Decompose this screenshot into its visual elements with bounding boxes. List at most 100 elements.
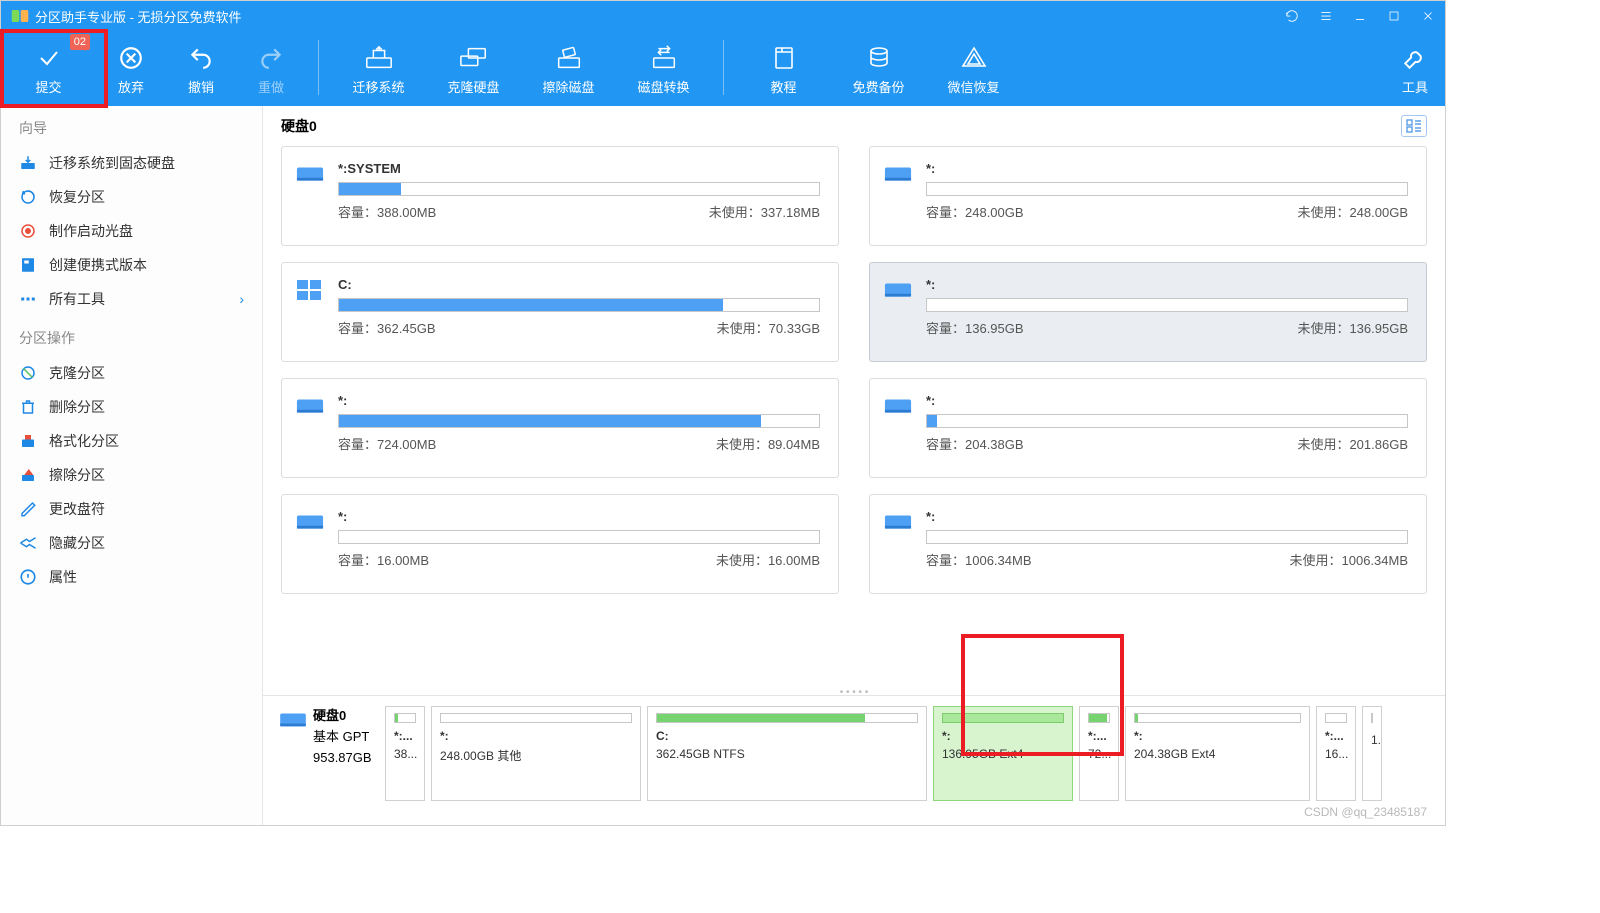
drive-icon bbox=[296, 395, 324, 417]
timeline-part-name: *:... bbox=[1088, 729, 1110, 743]
refresh-icon[interactable] bbox=[1275, 1, 1309, 31]
sidebar: 向导 迁移系统到固态硬盘恢复分区制作启动光盘创建便携式版本所有工具› 分区操作 … bbox=[1, 106, 263, 825]
sidebar-item[interactable]: 迁移系统到固态硬盘 bbox=[1, 146, 262, 180]
tutorial-button[interactable]: 教程 bbox=[736, 37, 831, 102]
submit-button[interactable]: 02 提交 bbox=[1, 37, 96, 102]
free-label: 未使用：337.18MB bbox=[709, 202, 820, 221]
partition-card[interactable]: *: 容量：1006.34MB 未使用：1006.34MB bbox=[869, 494, 1427, 594]
partition-name: *: bbox=[926, 393, 1408, 408]
partition-name: *:SYSTEM bbox=[338, 161, 820, 176]
sidebar-item[interactable]: 删除分区 bbox=[1, 390, 262, 424]
sidebar-item[interactable]: 创建便携式版本 bbox=[1, 248, 262, 282]
chevron-right-icon: › bbox=[239, 291, 244, 307]
book-icon bbox=[770, 43, 798, 73]
sidebar-item-label: 隐藏分区 bbox=[49, 533, 105, 553]
timeline-partition[interactable]: *:... 72... bbox=[1079, 706, 1119, 801]
backup-button[interactable]: 免费备份 bbox=[831, 37, 926, 102]
wechat-recover-button[interactable]: 微信恢复 bbox=[926, 37, 1021, 102]
sidebar-item-icon bbox=[19, 364, 37, 382]
drive-icon bbox=[296, 511, 324, 533]
sidebar-item-label: 删除分区 bbox=[49, 397, 105, 417]
timeline-partition[interactable]: C: 362.45GB NTFS bbox=[647, 706, 927, 801]
partition-name: C: bbox=[338, 277, 820, 292]
close-icon[interactable] bbox=[1411, 1, 1445, 31]
sidebar-item-icon bbox=[19, 568, 37, 586]
usage-bar bbox=[926, 182, 1408, 196]
timeline-part-detail: 136.95GB Ext4 bbox=[942, 747, 1064, 761]
timeline-part-detail: 16... bbox=[1325, 747, 1347, 761]
timeline-usage-bar bbox=[1325, 713, 1347, 723]
timeline-usage-bar bbox=[1134, 713, 1301, 723]
partition-name: *: bbox=[926, 509, 1408, 524]
drive-icon bbox=[296, 279, 324, 301]
undo-button[interactable]: 撤销 bbox=[166, 37, 236, 102]
sidebar-item[interactable]: 所有工具 › bbox=[1, 282, 262, 316]
wipe-disk-button[interactable]: 擦除磁盘 bbox=[521, 37, 616, 102]
capacity-label: 容量：1006.34MB bbox=[926, 550, 1032, 569]
timeline-usage-bar bbox=[1371, 713, 1373, 723]
app-title: 分区助手专业版 - 无损分区免费软件 bbox=[35, 7, 242, 26]
eraser-icon bbox=[554, 43, 584, 73]
timeline-part-name: *: bbox=[942, 729, 1064, 743]
view-toggle-button[interactable] bbox=[1401, 115, 1427, 137]
timeline-usage-bar bbox=[394, 713, 416, 723]
partition-card[interactable]: *: 容量：136.95GB 未使用：136.95GB bbox=[869, 262, 1427, 362]
free-label: 未使用：201.86GB bbox=[1297, 434, 1408, 453]
partition-card[interactable]: *: 容量：16.00MB 未使用：16.00MB bbox=[281, 494, 839, 594]
free-label: 未使用：248.00GB bbox=[1297, 202, 1408, 221]
partition-card[interactable]: *: 容量：724.00MB 未使用：89.04MB bbox=[281, 378, 839, 478]
sidebar-item[interactable]: 属性 bbox=[1, 560, 262, 594]
partition-card[interactable]: *:SYSTEM 容量：388.00MB 未使用：337.18MB bbox=[281, 146, 839, 246]
sidebar-group-partition-ops: 分区操作 bbox=[1, 316, 262, 356]
capacity-label: 容量：388.00MB bbox=[338, 202, 436, 221]
disk-timeline: 硬盘0 基本 GPT 953.87GB *:... 38... *: 248.0… bbox=[263, 695, 1445, 825]
toolbar: 02 提交 放弃 撤销 重做 迁移系统 克隆硬盘 擦除磁盘 bbox=[1, 31, 1445, 106]
clone-icon bbox=[459, 43, 489, 73]
convert-disk-button[interactable]: 磁盘转换 bbox=[616, 37, 711, 102]
migrate-icon bbox=[364, 43, 394, 73]
timeline-part-name: C: bbox=[656, 729, 918, 743]
sidebar-item[interactable]: 克隆分区 bbox=[1, 356, 262, 390]
sidebar-item-label: 制作启动光盘 bbox=[49, 221, 133, 241]
partition-card[interactable]: C: 容量：362.45GB 未使用：70.33GB bbox=[281, 262, 839, 362]
timeline-partition[interactable]: *: 136.95GB Ext4 bbox=[933, 706, 1073, 801]
clone-disk-button[interactable]: 克隆硬盘 bbox=[426, 37, 521, 102]
sidebar-item[interactable]: 隐藏分区 bbox=[1, 526, 262, 560]
timeline-partition[interactable]: *: 248.00GB 其他 bbox=[431, 706, 641, 801]
disk-summary[interactable]: 硬盘0 基本 GPT 953.87GB bbox=[279, 706, 379, 768]
sidebar-item-label: 格式化分区 bbox=[49, 431, 119, 451]
partition-name: *: bbox=[338, 393, 820, 408]
migrate-os-button[interactable]: 迁移系统 bbox=[331, 37, 426, 102]
sidebar-item-icon bbox=[19, 466, 37, 484]
sidebar-item-label: 更改盘符 bbox=[49, 499, 105, 519]
maximize-icon[interactable] bbox=[1377, 1, 1411, 31]
redo-button[interactable]: 重做 bbox=[236, 37, 306, 102]
capacity-label: 容量：16.00MB bbox=[338, 550, 429, 569]
undo-icon bbox=[188, 43, 214, 73]
check-icon bbox=[32, 43, 66, 73]
sidebar-item[interactable]: 更改盘符 bbox=[1, 492, 262, 526]
partition-card[interactable]: *: 容量：204.38GB 未使用：201.86GB bbox=[869, 378, 1427, 478]
timeline-part-name: *:... bbox=[1325, 729, 1347, 743]
discard-button[interactable]: 放弃 bbox=[96, 37, 166, 102]
timeline-partition[interactable]: 1. bbox=[1362, 706, 1382, 801]
usage-bar bbox=[338, 414, 820, 428]
sidebar-item[interactable]: 制作启动光盘 bbox=[1, 214, 262, 248]
menu-icon[interactable] bbox=[1309, 1, 1343, 31]
free-label: 未使用：136.95GB bbox=[1297, 318, 1408, 337]
timeline-partition[interactable]: *:... 38... bbox=[385, 706, 425, 801]
sidebar-item-label: 所有工具 bbox=[49, 289, 105, 309]
redo-icon bbox=[258, 43, 284, 73]
sidebar-item-icon bbox=[19, 500, 37, 518]
tools-button[interactable]: 工具 bbox=[1385, 37, 1445, 102]
timeline-partition[interactable]: *: 204.38GB Ext4 bbox=[1125, 706, 1310, 801]
sidebar-item[interactable]: 擦除分区 bbox=[1, 458, 262, 492]
sidebar-item[interactable]: 格式化分区 bbox=[1, 424, 262, 458]
minimize-icon[interactable] bbox=[1343, 1, 1377, 31]
sidebar-item[interactable]: 恢复分区 bbox=[1, 180, 262, 214]
sidebar-item-label: 迁移系统到固态硬盘 bbox=[49, 153, 175, 173]
timeline-partition[interactable]: *:... 16... bbox=[1316, 706, 1356, 801]
grid-view-icon bbox=[1406, 119, 1422, 133]
partition-card[interactable]: *: 容量：248.00GB 未使用：248.00GB bbox=[869, 146, 1427, 246]
timeline-part-name: *: bbox=[440, 729, 632, 743]
